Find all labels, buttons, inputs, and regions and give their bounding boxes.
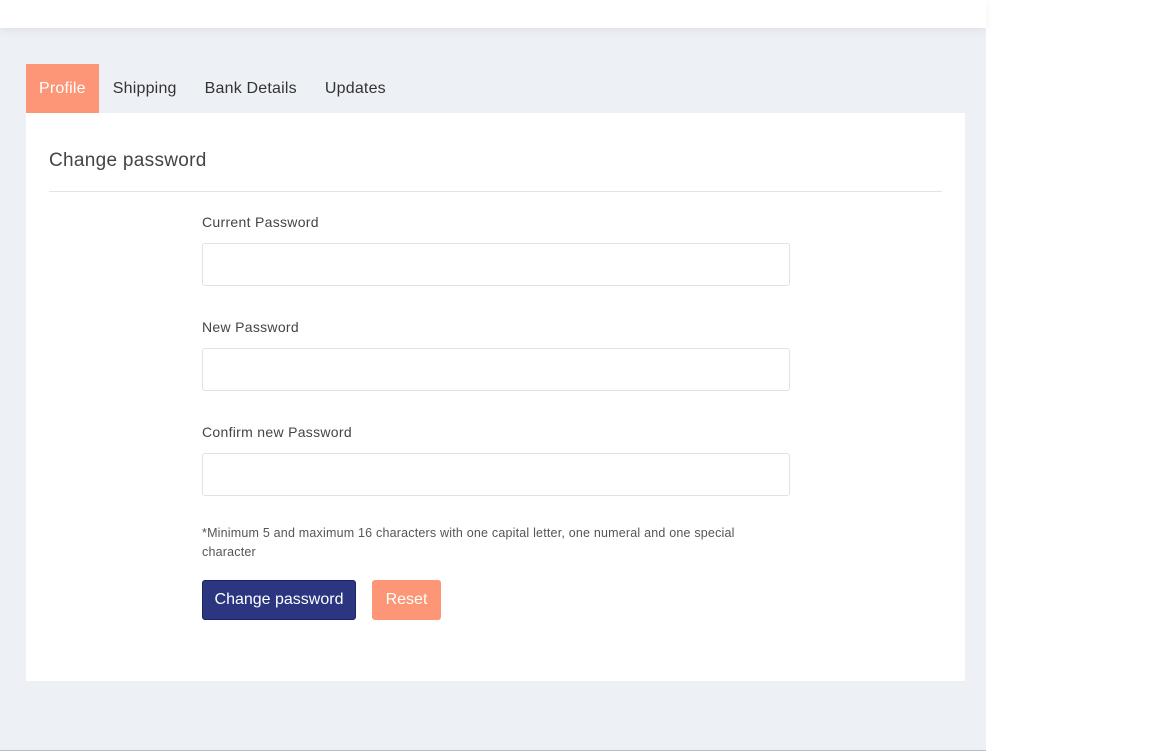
confirm-password-input[interactable]	[202, 453, 790, 496]
current-password-label: Current Password	[202, 214, 319, 230]
profile-tabs: Profile Shipping Bank Details Updates	[26, 64, 400, 113]
confirm-password-label: Confirm new Password	[202, 424, 352, 440]
top-bar	[0, 0, 986, 28]
title-divider	[49, 191, 942, 192]
current-password-input[interactable]	[202, 243, 790, 286]
tab-shipping[interactable]: Shipping	[99, 64, 191, 113]
tab-updates[interactable]: Updates	[311, 64, 400, 113]
password-requirements-hint: *Minimum 5 and maximum 16 characters wit…	[202, 526, 735, 559]
new-password-label: New Password	[202, 319, 299, 335]
new-password-input[interactable]	[202, 348, 790, 391]
tab-bank-details[interactable]: Bank Details	[191, 64, 311, 113]
reset-button[interactable]: Reset	[372, 580, 441, 620]
content-area: Profile Shipping Bank Details Updates Ch…	[0, 28, 986, 750]
change-password-card: Change password Current Password New Pas…	[26, 113, 965, 681]
card-title: Change password	[49, 150, 207, 171]
tab-profile[interactable]: Profile	[26, 64, 99, 113]
change-password-button[interactable]: Change password	[202, 580, 356, 620]
